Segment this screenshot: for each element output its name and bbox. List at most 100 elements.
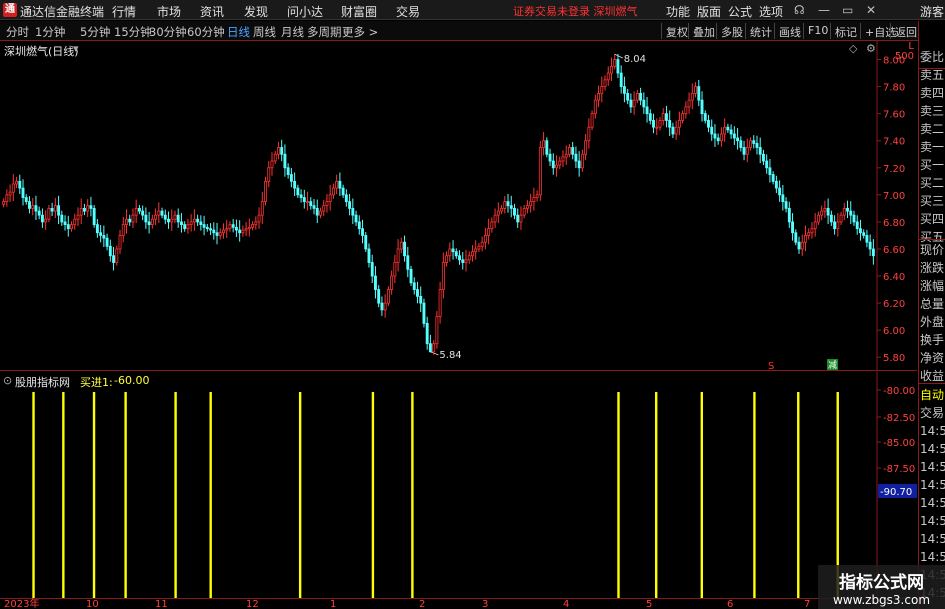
candle-body <box>105 237 109 247</box>
tool-function[interactable]: 功能 <box>666 3 690 20</box>
period-tab-daily[interactable]: 日线 <box>227 24 250 40</box>
minimize-icon[interactable]: — <box>818 3 830 17</box>
candle-body <box>490 221 494 230</box>
tool-options[interactable]: 选项 <box>759 3 783 20</box>
candle-body <box>373 275 377 290</box>
indicator-chart[interactable]: -80.00 -82.50 -85.00 -87.50 -90.70 ⊙ 股朋指标网 买… <box>0 372 917 598</box>
candle-body <box>222 229 225 234</box>
candle-body <box>496 210 500 216</box>
candle-body <box>461 259 465 263</box>
guest-user[interactable]: 游客 <box>920 3 944 20</box>
candle-body <box>723 126 727 135</box>
candle-body <box>247 226 251 230</box>
indicator-collapse-icon[interactable]: ⊙ <box>3 374 12 387</box>
period-tab-5min[interactable]: 5分钟 <box>80 24 110 40</box>
menu-wealth[interactable]: 财富圈 <box>341 3 377 20</box>
candle-body <box>681 113 685 121</box>
period-tab-1min[interactable]: 1分钟 <box>35 24 65 40</box>
candle-body <box>141 210 145 216</box>
candle-body <box>179 221 183 226</box>
menu-ask[interactable]: 问小达 <box>287 3 323 20</box>
candle-body <box>593 99 597 115</box>
candle-body <box>684 106 688 115</box>
candle-body <box>196 218 200 223</box>
candle-body <box>244 228 248 231</box>
signal-bar <box>753 392 756 598</box>
tab-stats[interactable]: 统计 <box>745 23 776 39</box>
candle-body <box>542 140 546 148</box>
maximize-icon[interactable]: ▭ <box>842 3 853 17</box>
diamond-icon[interactable]: ◇ <box>849 42 857 55</box>
candle-body <box>50 207 54 212</box>
side-panel-row: 卖二 <box>920 122 945 136</box>
main-chart[interactable]: 8.00 7.80 7.60 7.40 7.20 7.00 6.80 6.60 6.40 6.20… <box>0 41 917 371</box>
tab-mark[interactable]: 标记 <box>830 23 861 39</box>
period-tab-multi[interactable]: 多周期 <box>307 24 342 40</box>
candle-body <box>286 167 290 175</box>
side-panel-row: 卖四 <box>920 86 945 100</box>
candle-body <box>470 251 474 257</box>
candle-body <box>348 201 352 209</box>
side-panel-row: 卖三 <box>920 104 945 118</box>
period-tab-intraday[interactable]: 分时 <box>6 24 29 40</box>
watermark-url: www.zbgs3.com <box>832 593 931 607</box>
candle-body <box>364 235 368 250</box>
indicator-name[interactable]: 股朋指标网 <box>15 374 70 390</box>
tab-back[interactable]: 返回 <box>890 23 921 39</box>
date-tick: 12 <box>246 599 259 609</box>
period-tab-30min[interactable]: 30分钟 <box>149 24 187 40</box>
candle-body <box>858 228 862 234</box>
side-panel-row: 外盘 <box>920 315 945 329</box>
login-warning[interactable]: 证券交易未登录 深圳燃气 <box>513 3 638 19</box>
candle-body <box>351 207 355 216</box>
menu-news[interactable]: 资讯 <box>200 3 224 20</box>
headset-icon[interactable]: ☊ <box>794 3 805 17</box>
candle-body <box>503 201 507 209</box>
tool-layout[interactable]: 版面 <box>697 3 721 20</box>
candle-body <box>299 194 303 198</box>
candle-body <box>590 113 594 128</box>
candle-body <box>464 259 468 263</box>
candle-body <box>804 235 807 243</box>
series-value: -60.00 <box>114 374 150 387</box>
menu-discover[interactable]: 发现 <box>244 3 268 20</box>
candle-body <box>160 210 164 216</box>
period-tab-15min[interactable]: 15分钟 <box>114 24 152 40</box>
candle-body <box>218 232 222 236</box>
tab-multi-stock[interactable]: 多股 <box>716 23 747 39</box>
candle-body <box>63 221 67 226</box>
candle-body <box>260 201 264 216</box>
candle-body <box>732 133 736 139</box>
candle-body <box>293 180 297 189</box>
chart-title-dropdown-icon[interactable]: ▾ <box>73 42 79 55</box>
candle-body <box>639 92 643 101</box>
candle-body <box>467 255 471 261</box>
close-icon[interactable]: ✕ <box>866 3 876 17</box>
candle-body <box>600 86 604 94</box>
candle-body <box>128 218 132 223</box>
candle-body <box>448 248 452 257</box>
tool-formula[interactable]: 公式 <box>728 3 752 20</box>
menu-trade[interactable]: 交易 <box>396 3 420 20</box>
candle-body <box>826 207 830 216</box>
period-tab-monthly[interactable]: 月线 <box>281 24 304 40</box>
candle-body <box>79 207 83 216</box>
candle-body <box>700 99 704 115</box>
period-tab-weekly[interactable]: 周线 <box>253 24 276 40</box>
settings-gear-icon[interactable]: ⚙ <box>866 42 876 55</box>
candle-body <box>852 214 856 223</box>
candle-body <box>855 221 859 230</box>
signal-bar <box>654 392 658 598</box>
menu-market[interactable]: 市场 <box>157 3 181 20</box>
period-tab-more[interactable]: 更多 > <box>342 24 378 40</box>
candle-body <box>125 218 128 226</box>
candlestick-chart[interactable]: 8.007.807.607.407.207.006.806.606.406.20… <box>0 41 917 371</box>
candle-body <box>5 194 9 203</box>
menu-quotes[interactable]: 行情 <box>112 3 136 20</box>
candle-body <box>862 232 866 236</box>
tab-draw[interactable]: 画线 <box>774 23 805 39</box>
period-tab-60min[interactable]: 60分钟 <box>187 24 225 40</box>
candle-body <box>703 113 707 121</box>
tab-overlay[interactable]: 叠加 <box>688 23 719 39</box>
tab-f10[interactable]: F10 <box>803 23 832 39</box>
